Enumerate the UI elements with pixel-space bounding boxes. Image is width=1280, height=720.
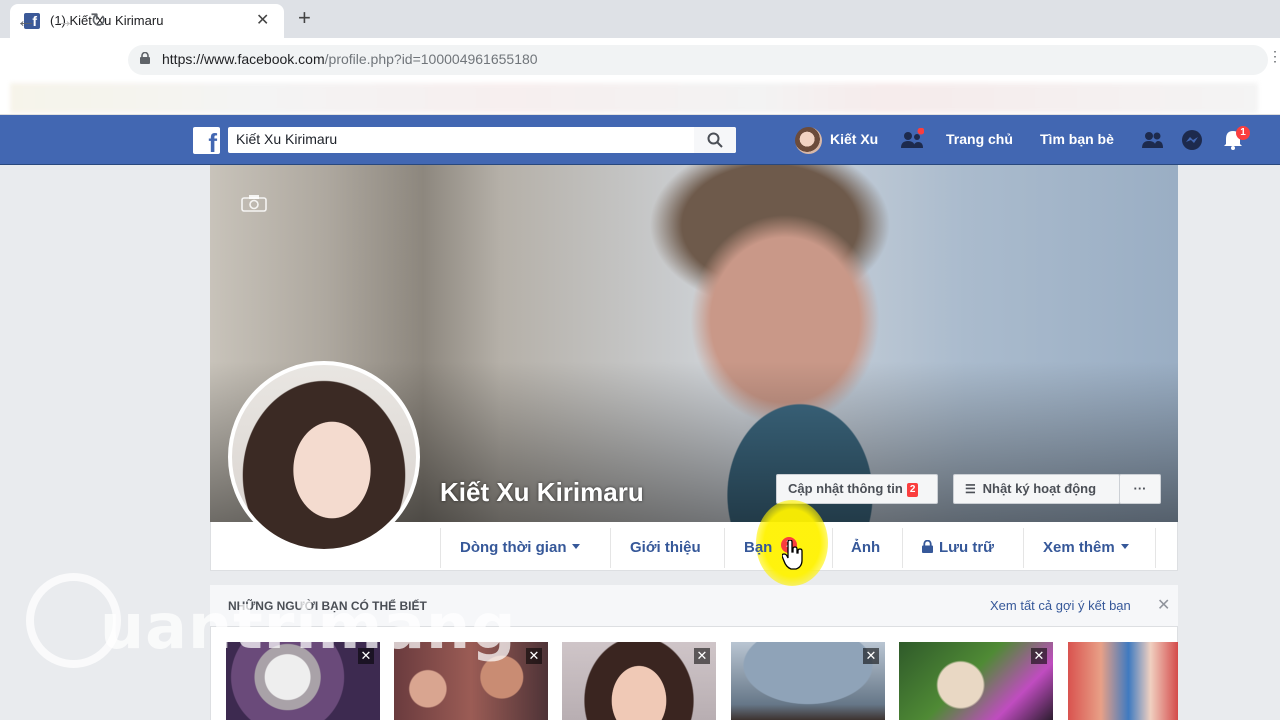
pymk-close-icon[interactable]: ✕ (1157, 595, 1170, 615)
lock-icon (922, 539, 933, 553)
nav-divider (1155, 528, 1156, 568)
tab-archive[interactable]: Lưu trữ (922, 539, 994, 556)
tab-close-icon[interactable]: ✕ (256, 10, 269, 30)
nav-divider (902, 528, 903, 568)
search-value: Kiết Xu Kirimaru (236, 131, 338, 147)
tab-about[interactable]: Giới thiệu (630, 539, 701, 556)
more-dots: ··· (1133, 481, 1147, 496)
suggestion-card[interactable] (1068, 642, 1178, 720)
tab-friends[interactable]: Bạn (744, 539, 772, 556)
header-avatar[interactable] (795, 127, 822, 154)
suggestion-card[interactable]: ✕ (731, 642, 885, 720)
nav-divider (1023, 528, 1024, 568)
dismiss-suggestion-icon[interactable]: ✕ (526, 648, 542, 664)
tab-archive-label: Lưu trữ (939, 539, 995, 556)
browser-tab[interactable]: f (1) Kiết Xu Kirimaru ✕ (10, 4, 284, 38)
caret-down-icon (1120, 544, 1129, 549)
messenger-icon[interactable] (1180, 128, 1204, 152)
profile-picture[interactable] (228, 361, 420, 553)
nav-divider (440, 528, 441, 568)
search-icon (707, 132, 723, 148)
tab-photos[interactable]: Ảnh (851, 539, 880, 556)
camera-icon[interactable] (241, 194, 267, 212)
forward-icon[interactable]: → (54, 10, 74, 32)
update-info-badge: 2 (906, 483, 919, 497)
nav-divider (832, 528, 833, 568)
blurred-bookmarks (10, 83, 1258, 113)
update-info-label: Cập nhật thông tin (788, 481, 903, 496)
activity-log-label: Nhật ký hoạt động (982, 481, 1097, 496)
url-path: /profile.php?id=100004961655180 (324, 51, 538, 67)
update-info-button[interactable]: Cập nhật thông tin 2 (776, 474, 938, 504)
find-friends-link[interactable]: Tìm bạn bè (1040, 131, 1114, 147)
dismiss-suggestion-icon[interactable]: ✕ (694, 648, 710, 664)
tab-timeline[interactable]: Dòng thời gian (460, 539, 581, 556)
see-all-suggestions-link[interactable]: Xem tất cả gợi ý kết bạn (990, 598, 1131, 613)
browser-menu-icon[interactable]: ⋮ (1268, 48, 1280, 65)
dismiss-suggestion-icon[interactable]: ✕ (863, 648, 879, 664)
home-link[interactable]: Trang chủ (946, 131, 1013, 147)
search-button[interactable] (694, 127, 736, 153)
address-url[interactable]: https://www.facebook.com/profile.php?id=… (162, 51, 538, 67)
watermark-text: uantrimang (100, 590, 517, 663)
header-profile-link[interactable]: Kiết Xu (830, 131, 878, 147)
dismiss-suggestion-icon[interactable]: ✕ (1031, 648, 1047, 664)
lock-icon (140, 52, 150, 64)
profile-name[interactable]: Kiết Xu Kirimaru (440, 477, 644, 508)
more-options-button[interactable]: ··· (1119, 474, 1161, 504)
tab-more[interactable]: Xem thêm (1043, 539, 1129, 556)
facebook-logo-icon[interactable]: f (193, 127, 220, 154)
new-tab-icon[interactable]: + (298, 6, 311, 30)
url-host: https://www.facebook.com (162, 51, 325, 67)
nav-divider (610, 528, 611, 568)
hand-pointer-icon (782, 540, 803, 570)
caret-down-icon (572, 544, 581, 549)
tab-timeline-label: Dòng thời gian (460, 539, 567, 556)
nav-divider (724, 528, 725, 568)
create-room-icon[interactable] (900, 128, 924, 152)
suggestion-card[interactable]: ✕ (562, 642, 716, 720)
suggestion-card[interactable]: ✕ (899, 642, 1053, 720)
activity-log-button[interactable]: ☰ Nhật ký hoạt động (953, 474, 1120, 504)
friend-requests-icon[interactable] (1140, 128, 1164, 152)
tab-more-label: Xem thêm (1043, 539, 1115, 556)
bookmarks-bar (0, 81, 1280, 115)
back-icon[interactable]: ← (16, 10, 36, 32)
notifications-badge: 1 (1236, 126, 1250, 140)
list-icon: ☰ (965, 482, 976, 496)
reload-icon[interactable]: ↻ (90, 10, 107, 32)
